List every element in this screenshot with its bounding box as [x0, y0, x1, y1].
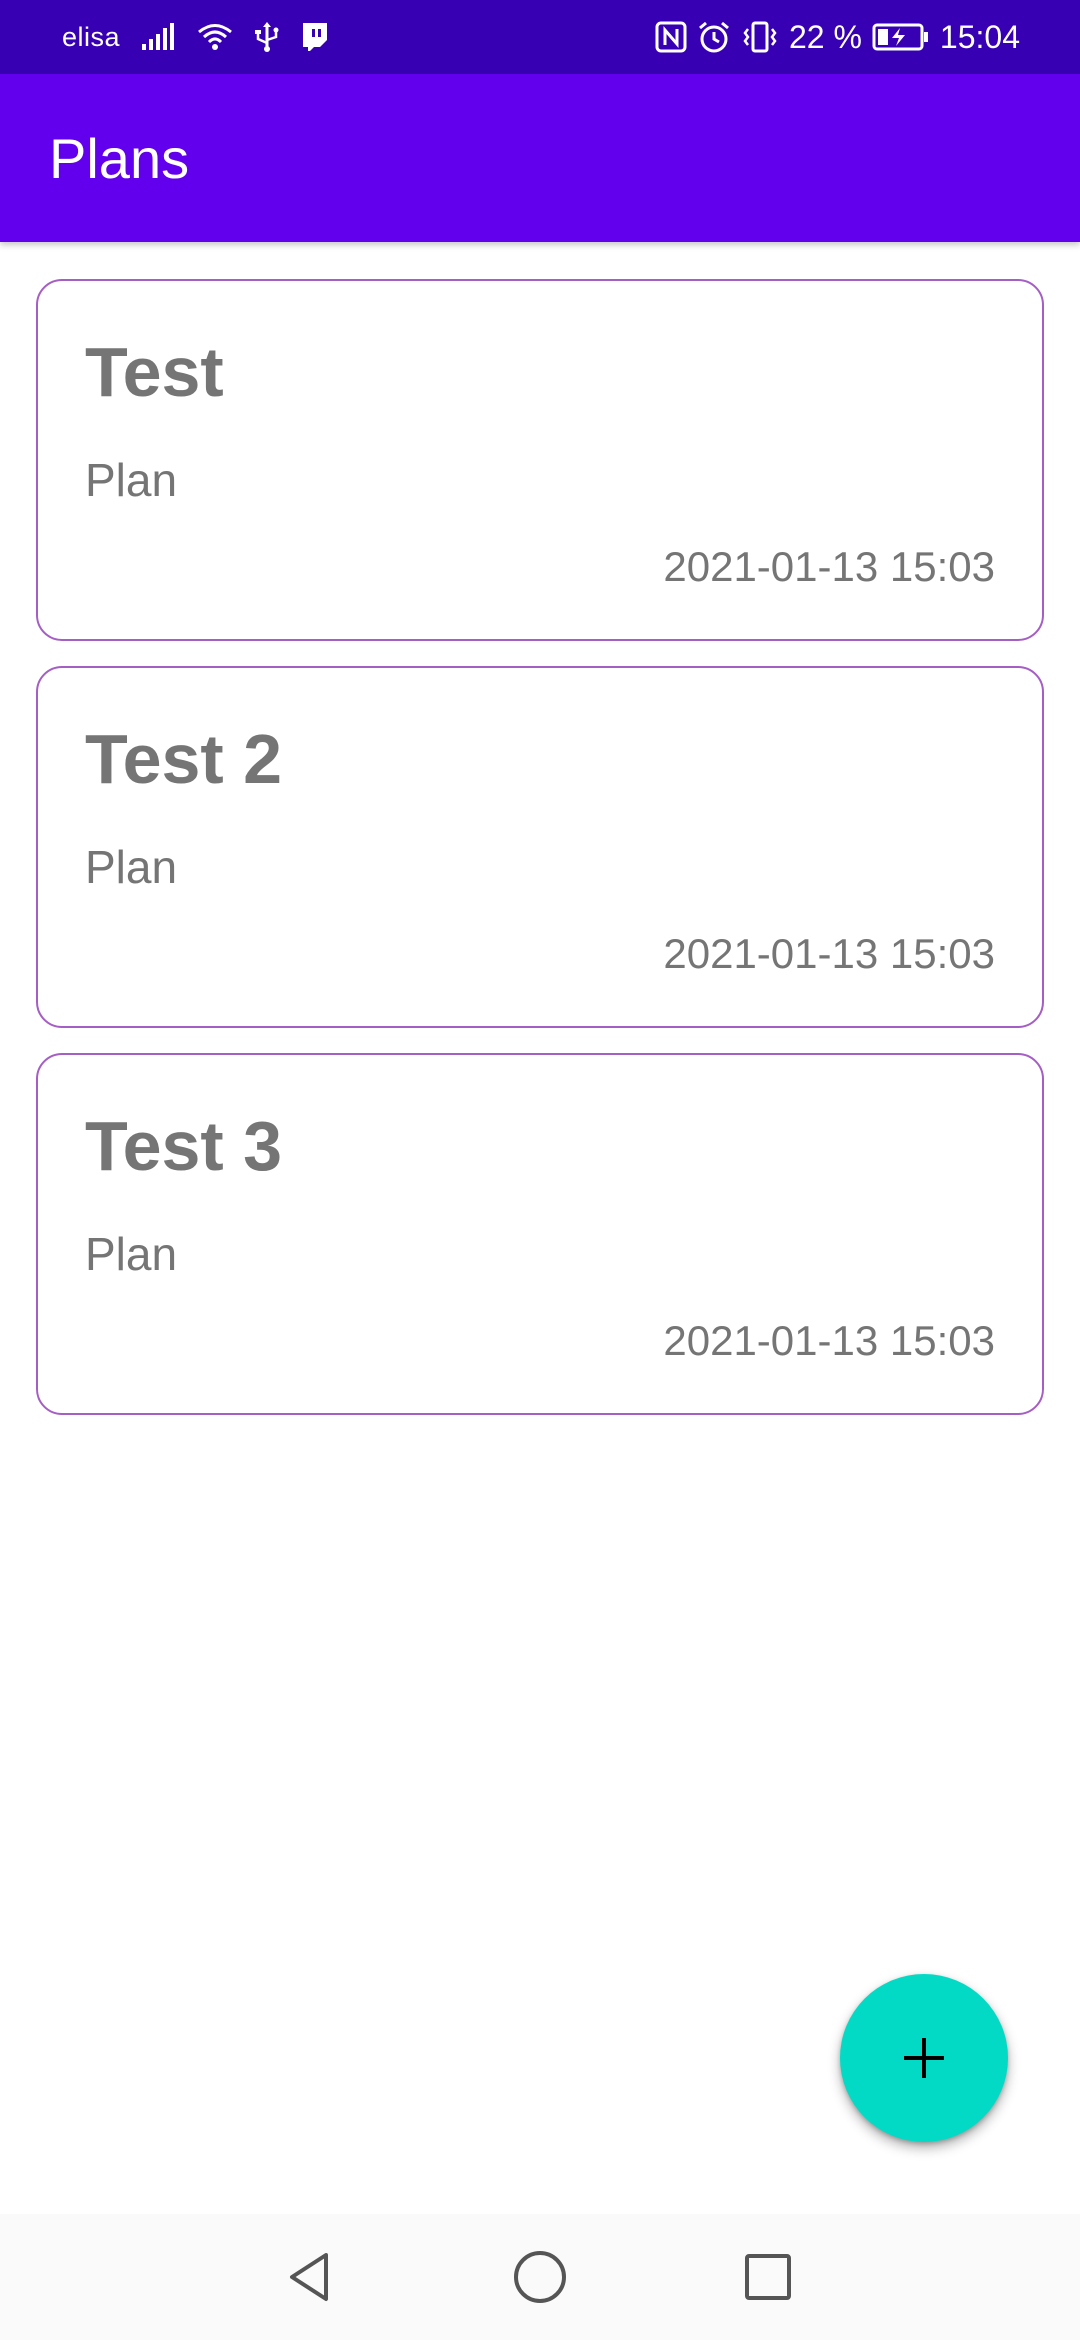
navigation-bar: [0, 2214, 1080, 2340]
back-button[interactable]: [270, 2237, 350, 2317]
plan-title: Test 2: [85, 720, 283, 798]
back-icon: [282, 2249, 338, 2305]
battery-charging-icon: [872, 22, 930, 52]
plan-card[interactable]: Test 3 Plan 2021-01-13 15:03: [36, 1053, 1044, 1415]
status-bar-left: elisa: [62, 0, 330, 74]
plan-date: 2021-01-13 15:03: [663, 543, 995, 590]
vibrate-icon: [741, 20, 779, 54]
recents-icon: [740, 2249, 796, 2305]
plan-date: 2021-01-13 15:03: [663, 1317, 995, 1364]
plan-subtitle: Plan: [85, 841, 178, 893]
page-title: Plans: [49, 126, 190, 190]
plan-card[interactable]: Test Plan 2021-01-13 15:03: [36, 279, 1044, 641]
plan-subtitle: Plan: [85, 454, 178, 506]
wifi-icon: [196, 22, 234, 52]
usb-icon: [254, 21, 280, 53]
plan-subtitle: Plan: [85, 1228, 178, 1280]
clock: 15:04: [939, 18, 1020, 55]
home-button[interactable]: [500, 2237, 580, 2317]
nfc-icon: [655, 21, 687, 53]
plus-icon: [900, 2034, 948, 2082]
app-bar: Plans: [0, 74, 1080, 242]
status-bar: elisa 22 % 15:04: [0, 0, 1080, 74]
plan-date: 2021-01-13 15:03: [663, 930, 995, 977]
alarm-icon: [697, 20, 731, 54]
recents-button[interactable]: [728, 2237, 808, 2317]
plan-title: Test 3: [85, 1107, 283, 1185]
plan-list: Test Plan 2021-01-13 15:03 Test 2 Plan 2…: [36, 279, 1044, 1440]
add-plan-button[interactable]: [840, 1974, 1008, 2142]
plan-card[interactable]: Test 2 Plan 2021-01-13 15:03: [36, 666, 1044, 1028]
status-bar-right: 22 % 15:04: [655, 0, 1020, 74]
twitch-icon: [300, 21, 330, 53]
battery-percent: 22 %: [788, 18, 862, 55]
signal-icon: [140, 22, 176, 52]
carrier-name: elisa: [62, 21, 121, 52]
home-icon: [512, 2249, 568, 2305]
plan-title: Test: [85, 333, 224, 411]
